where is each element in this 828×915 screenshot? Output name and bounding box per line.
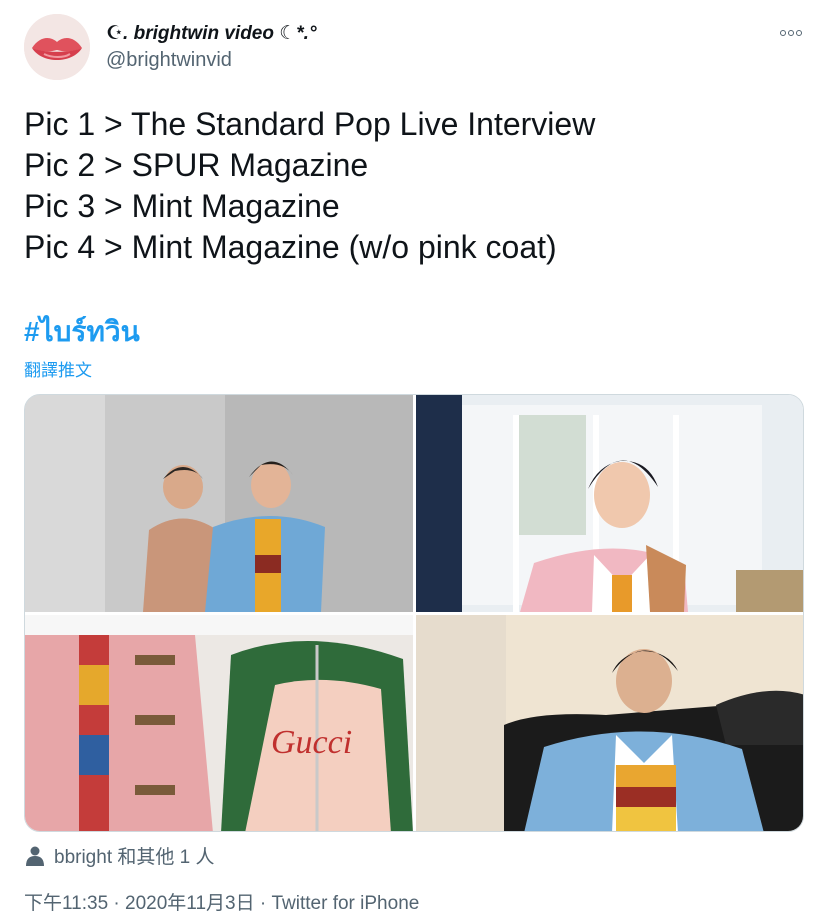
tweet-line: Pic 3 > Mint Magazine <box>24 188 340 224</box>
photo-2[interactable] <box>416 395 803 612</box>
tweet-line: Pic 1 > The Standard Pop Live Interview <box>24 106 596 142</box>
photo-3[interactable]: Gucci <box>25 615 413 831</box>
tweet-text: Pic 1 > The Standard Pop Live Interview … <box>24 104 595 268</box>
photo-4[interactable] <box>416 615 803 831</box>
more-options-icon[interactable] <box>780 30 804 38</box>
avatar-lips-image <box>24 14 90 80</box>
media-grid: Gucci <box>24 394 804 832</box>
tagged-people-text: bbright 和其他 1 人 <box>54 847 215 868</box>
author-display-name[interactable]: ☪︎. brightwin video ☾*.° <box>106 22 317 45</box>
hashtag-link[interactable]: #ไบร์ทวิน <box>24 310 140 354</box>
tagged-people-link[interactable]: bbright 和其他 1 人 <box>26 842 215 869</box>
translate-tweet-link[interactable]: 翻譯推文 <box>24 356 92 381</box>
tweet-line: Pic 2 > SPUR Magazine <box>24 147 369 183</box>
tweet-line: Pic 4 > Mint Magazine (w/o pink coat) <box>24 229 557 265</box>
avatar[interactable] <box>24 14 90 80</box>
svg-text:Gucci: Gucci <box>271 724 352 761</box>
photo-1[interactable] <box>25 395 413 612</box>
author-handle[interactable]: @brightwinvid <box>106 49 232 72</box>
person-icon <box>26 846 44 866</box>
